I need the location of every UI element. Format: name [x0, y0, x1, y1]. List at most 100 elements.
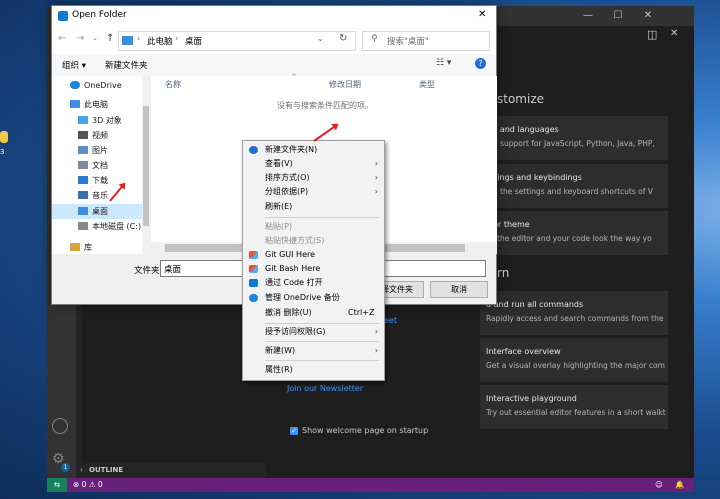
card-title: Interface overview	[486, 347, 561, 356]
navigation-pane: OneDrive 此电脑 3D 对象 视频 图片 文档 下载 音乐 桌面 本地磁…	[52, 76, 150, 254]
show-welcome-checkbox[interactable]: ✓	[290, 427, 298, 435]
card-description: tall support for JavaScript, Python, Jav…	[486, 139, 655, 148]
menu-item-label: 分组依据(P)	[265, 187, 309, 196]
sidebar-item-label: 此电脑	[84, 100, 108, 109]
menu-item-sort-by[interactable]: 排序方式(O) ›	[243, 171, 384, 185]
card-description: Try out essential editor features in a s…	[486, 408, 666, 417]
problems-status[interactable]: ⊗ 0 ⚠ 0	[73, 478, 103, 492]
cancel-button[interactable]: 取消	[430, 281, 488, 298]
breadcrumb-this-pc[interactable]: 此电脑	[147, 35, 173, 47]
sidebar-item-3d-objects[interactable]: 3D 对象	[64, 113, 152, 128]
breadcrumb-desktop[interactable]: 桌面	[185, 35, 202, 47]
settings-keybindings-card[interactable]: ettings and keybindings tall the setting…	[480, 164, 668, 208]
menu-item-label: Git GUI Here	[265, 250, 316, 259]
accounts-icon[interactable]	[52, 418, 68, 434]
sidebar-item-music[interactable]: 音乐	[64, 188, 152, 203]
search-placeholder: 搜索"桌面"	[387, 37, 429, 47]
menu-item-undo-delete[interactable]: 撤消 删除(U) Ctrl+Z	[243, 306, 384, 320]
command-palette-card[interactable]: d and run all commands Rapidly access an…	[480, 291, 668, 335]
back-arrow-icon[interactable]: ←	[58, 33, 66, 44]
new-folder-button[interactable]: 新建文件夹	[105, 59, 148, 71]
forward-arrow-icon[interactable]: →	[76, 33, 84, 44]
library-icon	[70, 243, 80, 251]
sidebar-item-label: 文档	[92, 161, 108, 170]
sidebar-item-label: 音乐	[92, 191, 108, 200]
sidebar-item-documents[interactable]: 文档	[64, 158, 152, 173]
sidebar-item-pictures[interactable]: 图片	[64, 143, 152, 158]
split-editor-icon[interactable]: ◫	[647, 28, 657, 41]
breadcrumb-separator: ›	[137, 34, 141, 44]
menu-item-view[interactable]: 查看(V) ›	[243, 157, 384, 171]
color-theme-card[interactable]: olor theme ke the editor and your code l…	[480, 211, 668, 255]
card-title: ettings and keybindings	[486, 173, 582, 182]
menu-item-label: 查看(V)	[265, 159, 293, 168]
dialog-close-icon[interactable]: ✕	[478, 9, 486, 20]
menu-item-git-gui[interactable]: Git GUI Here	[243, 248, 384, 262]
git-icon	[249, 251, 258, 259]
search-box[interactable]: ⚲ 搜索"桌面"	[362, 31, 490, 51]
newsletter-link[interactable]: Join our Newsletter	[287, 384, 363, 393]
menu-item-paste-shortcut[interactable]: 粘贴快捷方式(S)	[243, 234, 384, 248]
menu-item-new-folder[interactable]: 新建文件夹(N)	[243, 143, 384, 157]
menu-item-label: 属性(R)	[265, 365, 293, 374]
menu-item-onedrive-backup[interactable]: 管理 OneDrive 备份	[243, 291, 384, 305]
refresh-icon[interactable]: ↻	[339, 33, 347, 44]
menu-item-label: 粘贴快捷方式(S)	[265, 236, 325, 245]
notifications-icon[interactable]: 🔔	[675, 478, 684, 492]
menu-item-new[interactable]: 新建(W) ›	[243, 344, 384, 358]
interface-overview-card[interactable]: Interface overview Get a visual overlay …	[480, 338, 668, 382]
close-icon[interactable]: ✕	[633, 6, 663, 26]
organize-label: 组织	[62, 61, 80, 71]
sidebar-item-label: 图片	[92, 146, 108, 155]
maximize-icon[interactable]: ☐	[603, 6, 633, 26]
menu-item-label: 通过 Code 打开	[265, 278, 323, 287]
chevron-right-icon: ›	[80, 466, 83, 474]
help-icon[interactable]: ?	[475, 58, 486, 69]
desktop-icon	[78, 207, 88, 215]
remote-icon[interactable]: ⇆	[47, 478, 67, 492]
minimize-icon[interactable]: —	[573, 6, 603, 26]
address-dropdown-icon[interactable]: ⌄	[317, 34, 324, 43]
column-date[interactable]: 修改日期	[329, 79, 361, 90]
vscode-icon	[249, 279, 258, 287]
onedrive-icon	[249, 294, 258, 302]
feedback-icon[interactable]: ☺	[655, 478, 663, 492]
desktop-folder-icon[interactable]	[0, 131, 8, 143]
column-type[interactable]: 类型	[419, 79, 435, 90]
menu-separator	[265, 323, 379, 324]
menu-item-git-bash[interactable]: Git Bash Here	[243, 262, 384, 276]
recent-chevron-icon[interactable]: ⌄	[92, 34, 98, 42]
sidebar-item-library[interactable]: 库	[56, 240, 144, 255]
up-arrow-icon[interactable]: ↑	[106, 33, 114, 44]
editor-close-icon[interactable]: ✕	[670, 28, 678, 39]
show-welcome-label: Show welcome page on startup	[302, 426, 429, 435]
interactive-playground-card[interactable]: Interactive playground Try out essential…	[480, 385, 668, 429]
view-options-icon[interactable]: ☷ ▾	[436, 58, 451, 68]
sidebar-item-videos[interactable]: 视频	[64, 128, 152, 143]
scrollbar-thumb[interactable]	[143, 106, 149, 226]
menu-separator	[265, 360, 379, 361]
sidebar-item-onedrive[interactable]: OneDrive	[56, 78, 144, 93]
column-name[interactable]: 名称	[165, 79, 181, 90]
submenu-arrow-icon: ›	[374, 187, 378, 196]
menu-item-refresh[interactable]: 刷新(E)	[243, 200, 384, 214]
submenu-arrow-icon: ›	[374, 173, 378, 182]
menu-item-open-with-code[interactable]: 通过 Code 打开	[243, 276, 384, 290]
menu-item-give-access[interactable]: 授予访问权限(G) ›	[243, 325, 384, 339]
nav-scrollbar[interactable]	[142, 76, 150, 254]
outline-section[interactable]: › OUTLINE	[76, 463, 266, 478]
outline-title: OUTLINE	[89, 466, 124, 474]
menu-item-properties[interactable]: 属性(R)	[243, 363, 384, 377]
tweet-link[interactable]: eet	[384, 316, 397, 325]
address-bar[interactable]: › 此电脑 › 桌面 ⌄ ↻	[118, 31, 356, 51]
menu-item-group-by[interactable]: 分组依据(P) ›	[243, 185, 384, 199]
menu-item-paste[interactable]: 粘贴(P)	[243, 220, 384, 234]
menu-item-label: 撤消 删除(U)	[265, 308, 312, 317]
sidebar-item-local-disk[interactable]: 本地磁盘 (C:)	[64, 219, 152, 234]
tools-languages-card[interactable]: ols and languages tall support for JavaS…	[480, 116, 668, 160]
sidebar-item-this-pc[interactable]: 此电脑	[56, 97, 144, 112]
sidebar-item-downloads[interactable]: 下载	[64, 173, 152, 188]
dialog-toolbar: 组织 ▾ 新建文件夹 ☷ ▾ ?	[52, 54, 496, 77]
sidebar-item-desktop[interactable]: 桌面	[52, 204, 144, 219]
organize-button[interactable]: 组织 ▾	[62, 59, 86, 71]
